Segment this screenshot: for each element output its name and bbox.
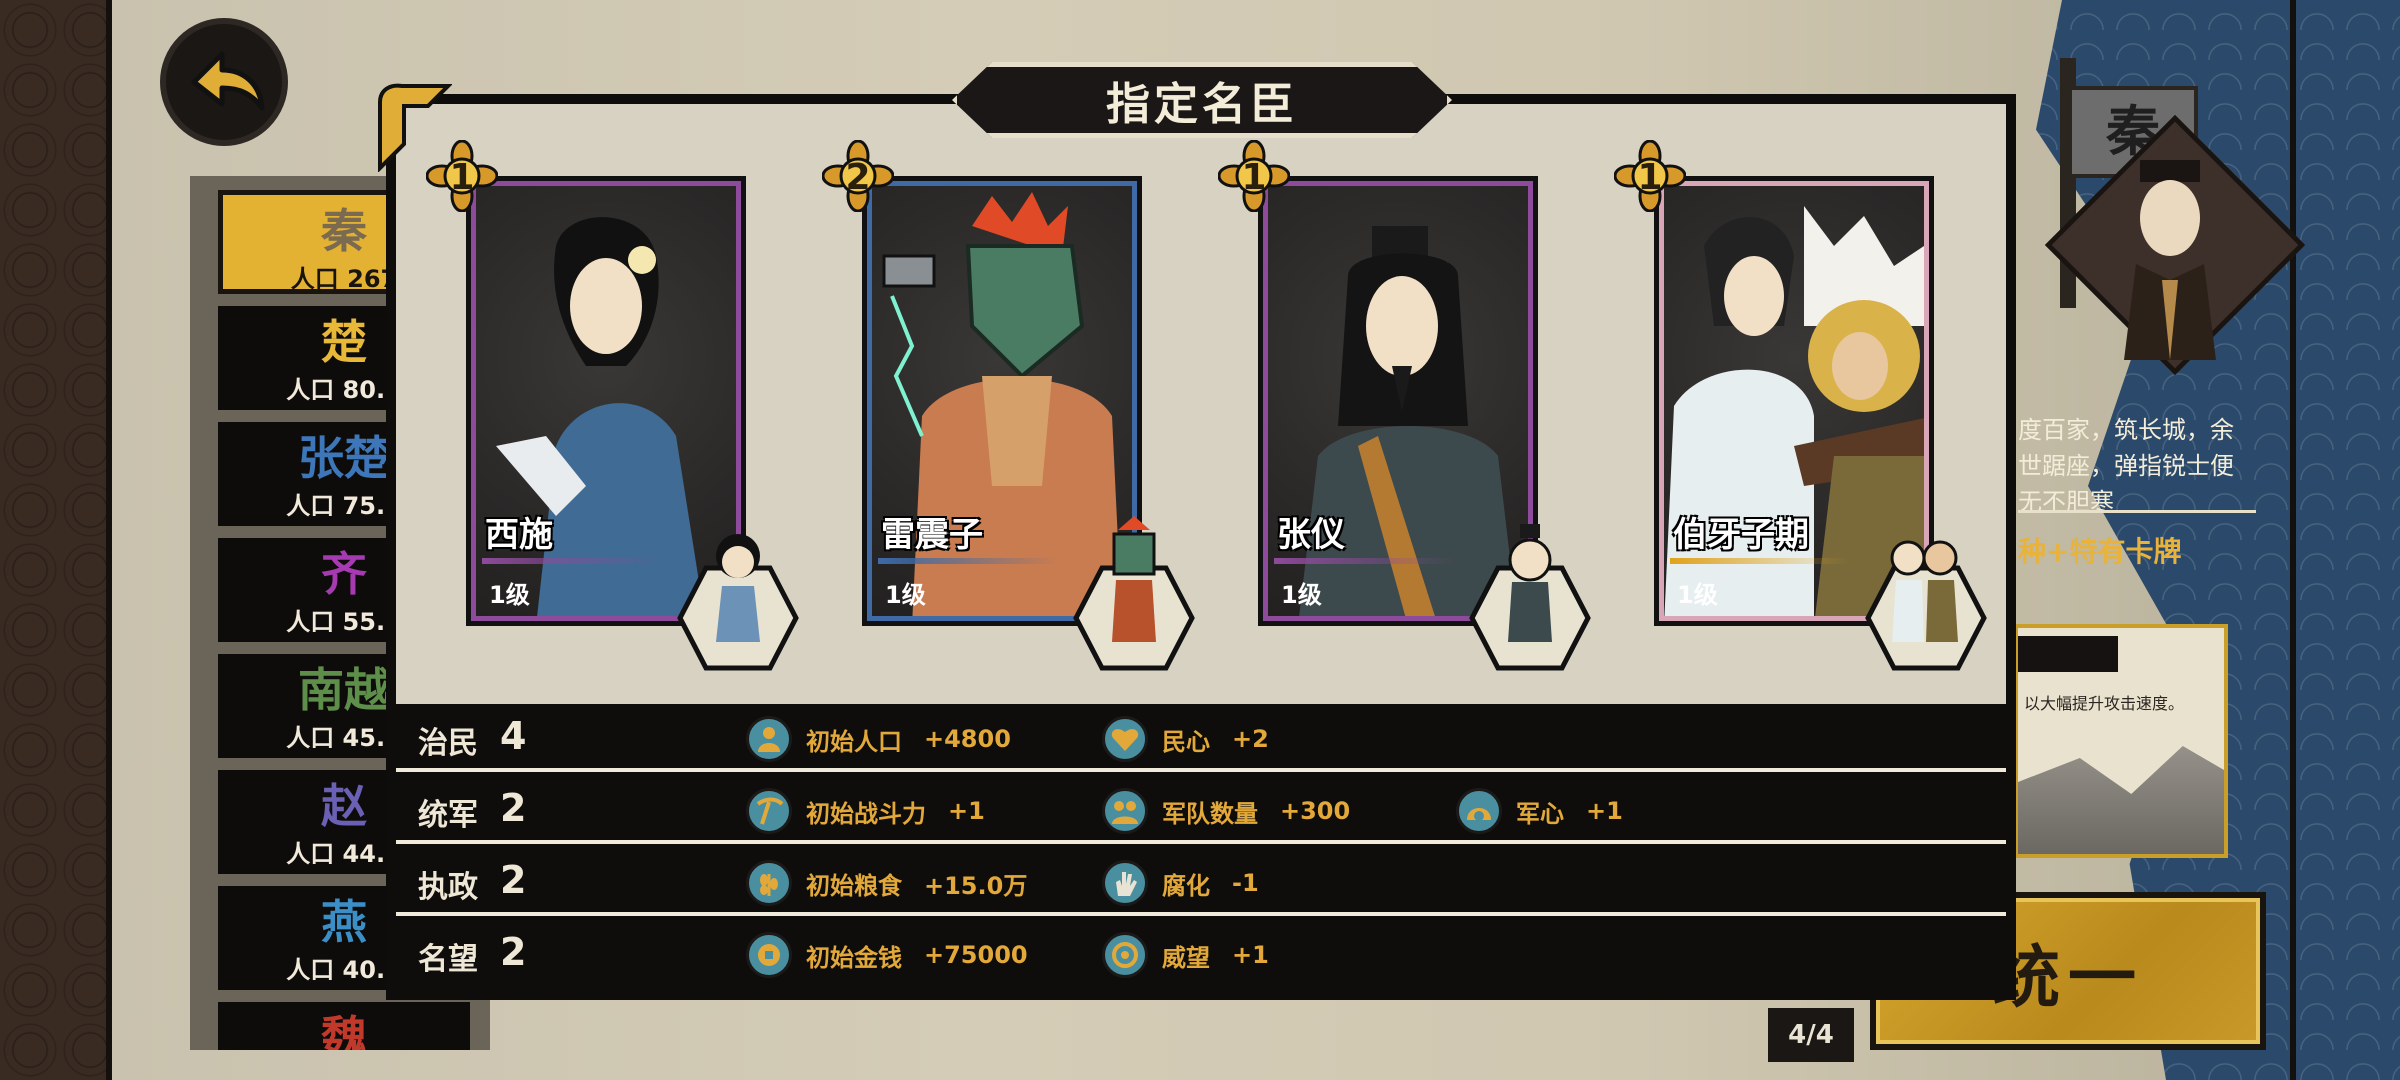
hero-card-zhangyi[interactable]: 张仪 1级 1 xyxy=(1218,140,1591,671)
bonus-name: 初始人口 xyxy=(806,727,902,756)
bonus-value: +1 xyxy=(948,797,985,825)
stat-label: 治民 xyxy=(418,726,478,761)
ruler-portrait xyxy=(2124,160,2216,360)
hero-name: 张仪 xyxy=(1277,515,1345,555)
page-indicator: 4/4 xyxy=(1768,1008,1854,1062)
country-name: 魏 xyxy=(321,1011,367,1050)
bonus-name: 民心 xyxy=(1162,727,1210,756)
minister-stats-table: 治民 4 初始人口 +4800 民心 +2 统军 2 初始战斗力 +1 军队数量… xyxy=(396,706,2006,994)
heart-icon xyxy=(1102,716,1148,762)
stat-label: 统军 xyxy=(418,798,478,833)
hero-badge-count: 2 xyxy=(845,157,871,198)
stat-value: 2 xyxy=(500,858,527,902)
description-line-1: 度百家，筑长城，余 xyxy=(2018,416,2234,444)
bonus-corruption: 腐化 -1 xyxy=(1102,860,1259,906)
hero-chibi-figure xyxy=(1112,516,1156,642)
stat-row-prestige: 名望 2 初始金钱 +75000 威望 +1 xyxy=(396,922,2006,988)
bonus-popular-support: 民心 +2 xyxy=(1102,716,1269,762)
hero-level: 1级 xyxy=(1281,581,1322,609)
card-text: 以大幅提升攻击速度。 xyxy=(2024,694,2185,713)
troops-icon xyxy=(1102,788,1148,834)
bonus-value: -1 xyxy=(1232,869,1259,897)
bonus-value: +1 xyxy=(1586,797,1623,825)
army-morale-icon xyxy=(1456,788,1502,834)
bonus-value: +75000 xyxy=(924,941,1028,969)
bonus-prestige: 威望 +1 xyxy=(1102,932,1269,978)
card-illustration xyxy=(2018,746,2224,854)
back-button[interactable] xyxy=(160,18,288,146)
bonus-name: 初始粮食 xyxy=(806,871,902,900)
hero-badge-count: 1 xyxy=(449,157,475,198)
bonus-initial-population: 初始人口 +4800 xyxy=(746,716,1011,762)
card-preview[interactable]: 以大幅提升攻击速度。 xyxy=(2014,624,2228,858)
bonus-value: +15.0万 xyxy=(924,871,1028,900)
hero-name: 西施 xyxy=(485,515,553,555)
hero-level: 1级 xyxy=(489,581,530,609)
bonus-initial-grain: 初始粮食 +15.0万 xyxy=(746,860,1027,906)
hero-level-bar xyxy=(878,558,1058,564)
bonus-name: 初始战斗力 xyxy=(806,799,926,828)
nation-description: 度百家，筑长城，余 世踞座，弹指锐士便 无不胆寒 xyxy=(2018,412,2268,520)
population-icon xyxy=(746,716,792,762)
hero-badge-count: 1 xyxy=(1637,157,1663,198)
stat-label: 名望 xyxy=(418,942,478,977)
hero-level-bar xyxy=(482,558,662,564)
prestige-icon xyxy=(1102,932,1148,978)
hero-name: 伯牙子期 xyxy=(1673,515,1809,555)
stat-value: 4 xyxy=(500,714,527,758)
bonus-name: 军队数量 xyxy=(1162,799,1258,828)
hero-level-bar xyxy=(1670,558,1850,564)
pickaxe-icon xyxy=(746,788,792,834)
special-card-label: 种+特有卡牌 xyxy=(2018,535,2182,568)
hero-name: 雷震子 xyxy=(881,515,983,555)
bonus-value: +4800 xyxy=(924,725,1011,753)
panel-title: 指定名臣 xyxy=(1106,79,1298,130)
hero-chibi-figure xyxy=(1890,540,1958,642)
bonus-value: +300 xyxy=(1280,797,1351,825)
bonus-name: 腐化 xyxy=(1162,871,1210,900)
bonus-initial-money: 初始金钱 +75000 xyxy=(746,932,1028,978)
bonus-name: 军心 xyxy=(1516,799,1564,828)
stat-row-administration: 执政 2 初始粮食 +15.0万 腐化 -1 xyxy=(396,850,2006,916)
coin-icon xyxy=(746,932,792,978)
hero-level: 1级 xyxy=(1677,581,1718,609)
bonus-army-size: 军队数量 +300 xyxy=(1102,788,1350,834)
stat-value: 2 xyxy=(500,786,527,830)
hero-chibi-figure xyxy=(1508,524,1552,642)
bonus-value: +1 xyxy=(1232,941,1269,969)
bonus-name: 初始金钱 xyxy=(806,943,902,972)
hero-card-leizhenzi[interactable]: 雷震子 1级 2 xyxy=(822,140,1195,671)
grain-icon xyxy=(746,860,792,906)
hero-card-boyaziqi[interactable]: 伯牙子期 1级 1 xyxy=(1614,140,1987,671)
country-item-wei[interactable]: 魏 xyxy=(218,1002,470,1050)
description-line-3: 无不胆寒 xyxy=(2018,488,2114,516)
bonus-value: +2 xyxy=(1232,725,1269,753)
bonus-initial-combat: 初始战斗力 +1 xyxy=(746,788,985,834)
bonus-name: 威望 xyxy=(1162,943,1210,972)
stat-label: 执政 xyxy=(418,870,478,905)
stat-row-governance: 治民 4 初始人口 +4800 民心 +2 xyxy=(396,706,2006,772)
description-line-2: 世踞座，弹指锐士便 xyxy=(2018,452,2234,480)
hero-level: 1级 xyxy=(885,581,926,609)
stat-row-military: 统军 2 初始战斗力 +1 军队数量 +300 军心 +1 xyxy=(396,778,2006,844)
back-arrow-icon xyxy=(191,51,265,111)
stat-value: 2 xyxy=(500,930,527,974)
hero-level-bar xyxy=(1274,558,1454,564)
bonus-army-morale: 军心 +1 xyxy=(1456,788,1623,834)
hero-badge-count: 1 xyxy=(1241,157,1267,198)
hand-icon xyxy=(1102,860,1148,906)
panel-title-plate: 指定名臣 xyxy=(952,62,1452,138)
card-title-bar xyxy=(2018,636,2118,672)
hero-card-xishi[interactable]: 西施 1级 1 xyxy=(426,140,799,671)
hero-chibi-figure xyxy=(716,534,760,642)
divider xyxy=(2018,510,2256,513)
